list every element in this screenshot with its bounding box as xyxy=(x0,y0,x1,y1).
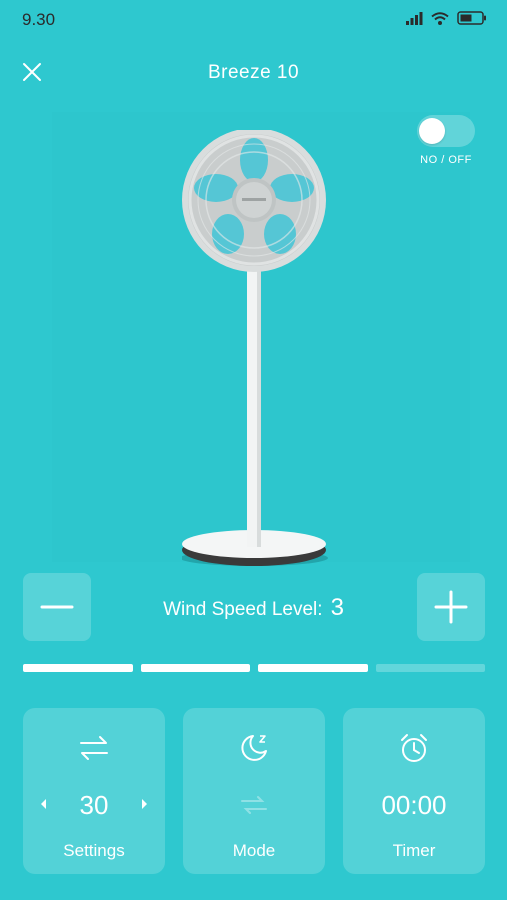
increase-speed-button[interactable] xyxy=(417,573,485,641)
fan-stage xyxy=(52,112,470,566)
status-time: 9.30 xyxy=(22,10,56,29)
settings-card[interactable]: 30 Settings xyxy=(23,708,165,874)
mode-label: Mode xyxy=(232,841,276,860)
increase-setting-arrow-icon[interactable] xyxy=(137,797,151,811)
speed-level-segment-3[interactable] xyxy=(258,664,368,672)
power-label: NO / OFF xyxy=(420,154,472,166)
decrease-speed-button[interactable] xyxy=(23,573,91,641)
speed-level-segment-1[interactable] xyxy=(23,664,133,672)
battery-icon xyxy=(457,11,486,25)
settings-label: Settings xyxy=(63,841,125,860)
speed-level-segment-2[interactable] xyxy=(140,664,250,672)
alarm-clock-icon xyxy=(401,734,427,762)
timer-label: Timer xyxy=(392,841,436,860)
plus-icon xyxy=(434,590,468,624)
wifi-icon xyxy=(431,11,449,25)
page-title: Breeze 10 xyxy=(207,62,300,83)
wind-speed-value: 3 xyxy=(330,594,344,621)
fan-image xyxy=(182,130,328,566)
status-icons xyxy=(406,11,487,25)
signal-icon xyxy=(406,11,423,25)
swap-arrows-icon xyxy=(80,736,108,760)
wind-speed-display: Wind Speed Level: 3 xyxy=(100,594,407,622)
status-bar: 9.30 xyxy=(0,0,507,40)
speed-level-bar xyxy=(23,664,485,673)
power-toggle[interactable] xyxy=(417,115,475,147)
timer-card[interactable]: 00:00 Timer xyxy=(343,708,485,874)
timer-value: 00:00 xyxy=(381,790,447,820)
app-header: Breeze 10 xyxy=(0,52,507,96)
speed-level-segment-4[interactable] xyxy=(375,664,485,672)
sleep-moon-icon xyxy=(241,735,267,761)
wind-speed-label: Wind Speed Level: xyxy=(163,599,323,620)
power-toggle-knob xyxy=(419,118,445,144)
wind-mode-icon xyxy=(241,796,267,814)
mode-card[interactable]: Mode xyxy=(183,708,325,874)
minus-icon xyxy=(40,605,74,609)
